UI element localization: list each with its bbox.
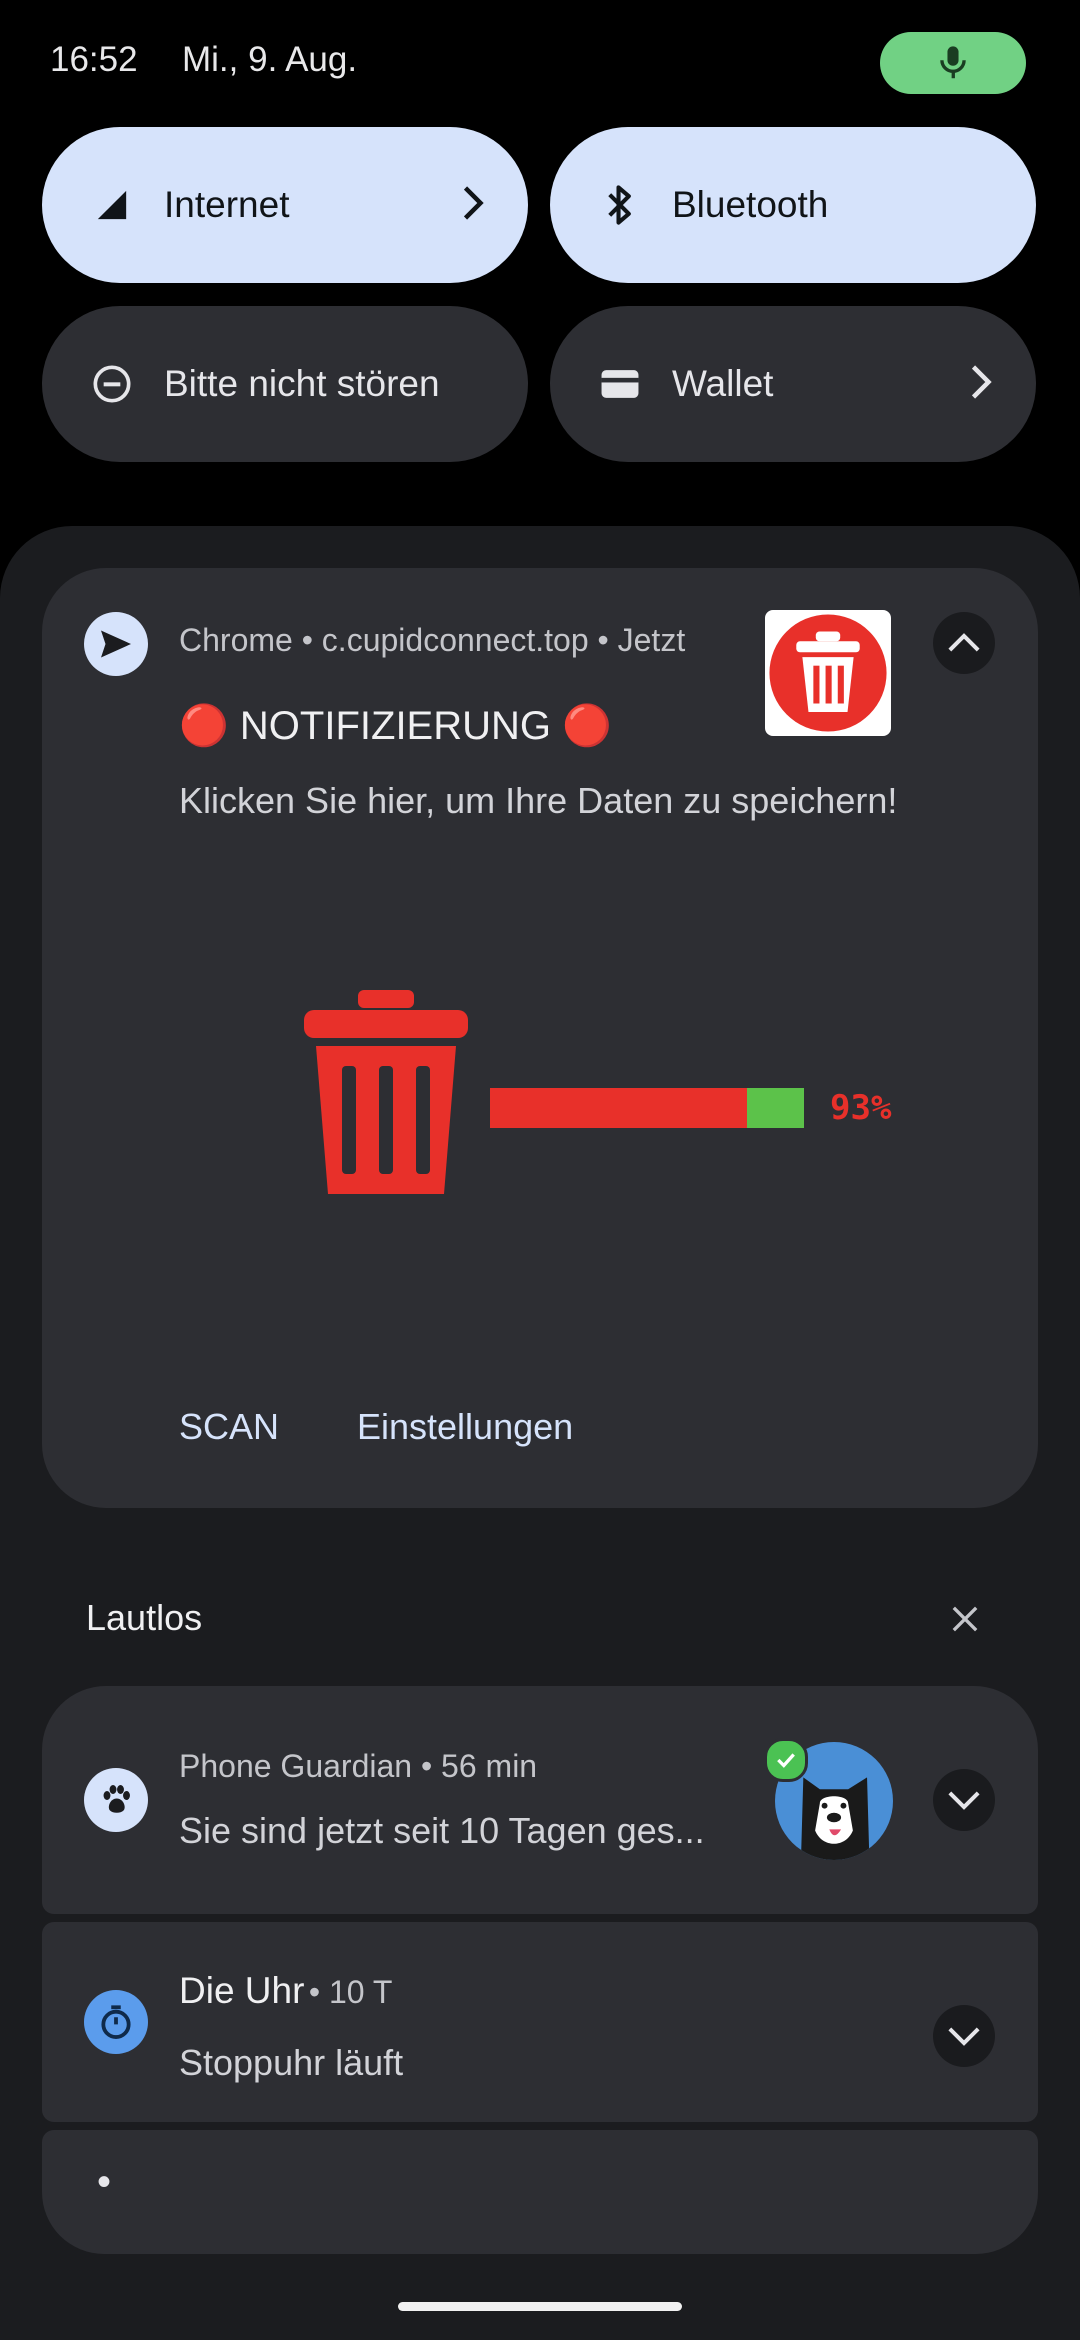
large-trash-icon xyxy=(304,990,468,1194)
chrome-notification[interactable]: Chrome • c.cupidconnect.top • Jetzt 🔴 NO… xyxy=(42,568,1038,1508)
collapse-button[interactable] xyxy=(933,612,995,674)
scan-progress-fill xyxy=(490,1088,747,1128)
do-not-disturb-icon xyxy=(92,364,132,404)
chevron-down-icon xyxy=(948,2027,980,2046)
source-domain: c.cupidconnect.top xyxy=(321,622,589,658)
phone-guardian-notification[interactable]: Phone Guardian • 56 min Sie sind jetzt s… xyxy=(42,1686,1038,1914)
chevron-right-icon xyxy=(463,186,484,220)
tile-label: Bitte nicht stören xyxy=(164,363,440,404)
trash-icon xyxy=(769,614,887,732)
chevron-down-icon xyxy=(948,1791,980,1810)
notification-header: Chrome • c.cupidconnect.top • Jetzt xyxy=(179,622,686,658)
microphone-indicator[interactable] xyxy=(880,32,1026,94)
paw-icon xyxy=(84,1768,148,1832)
app-name: Chrome xyxy=(179,622,293,658)
chevron-up-icon xyxy=(948,633,980,652)
clear-silent-button[interactable] xyxy=(945,1599,985,1639)
app-name: Die Uhr xyxy=(179,1970,305,2011)
trash-thumbnail xyxy=(765,610,891,736)
notification-text: Stoppuhr läuft xyxy=(179,2042,404,2083)
close-icon xyxy=(952,1606,978,1632)
signal-icon xyxy=(92,185,132,225)
expand-button[interactable] xyxy=(933,2005,995,2067)
tile-bluetooth[interactable]: Bluetooth xyxy=(550,127,1036,283)
bluetooth-icon xyxy=(600,185,640,225)
tile-label: Wallet xyxy=(672,363,774,404)
tile-wallet[interactable]: Wallet xyxy=(550,306,1036,462)
notification-time: 10 T xyxy=(328,1974,393,2010)
wallet-icon xyxy=(600,364,640,404)
clock-notification[interactable]: Die Uhr • 10 T Stoppuhr läuft xyxy=(42,1922,1038,2122)
scan-action-button[interactable]: SCAN xyxy=(179,1406,279,1448)
stopwatch-icon xyxy=(84,1990,148,2054)
notification-title: 🔴 NOTIFIZIERUNG 🔴 xyxy=(179,704,612,748)
collapsed-notifications[interactable]: • xyxy=(42,2130,1038,2254)
home-indicator[interactable] xyxy=(398,2302,682,2311)
settings-action-button[interactable]: Einstellungen xyxy=(357,1406,573,1448)
notification-header: Die Uhr • 10 T xyxy=(179,1970,393,2011)
tile-label: Bluetooth xyxy=(672,184,829,225)
status-date: Mi., 9. Aug. xyxy=(182,40,358,79)
progress-percent: 93% xyxy=(830,1088,892,1128)
tile-do-not-disturb[interactable]: Bitte nicht stören xyxy=(42,306,528,462)
notification-time: 56 min xyxy=(441,1748,538,1784)
tile-label: Internet xyxy=(164,184,290,225)
chevron-right-icon xyxy=(971,365,992,399)
tile-internet[interactable]: Internet xyxy=(42,127,528,283)
notification-time: Jetzt xyxy=(617,622,686,658)
send-icon xyxy=(84,612,148,676)
status-time: 16:52 xyxy=(50,40,138,79)
verified-badge-icon xyxy=(764,1738,808,1782)
overflow-dot: • xyxy=(97,2160,112,2204)
expand-button[interactable] xyxy=(933,1769,995,1831)
silent-section-header: Lautlos xyxy=(86,1597,203,1638)
scan-progress-bar xyxy=(490,1088,804,1128)
notification-text: Sie sind jetzt seit 10 Tagen ges... xyxy=(179,1810,705,1851)
notification-header: Phone Guardian • 56 min xyxy=(179,1748,538,1784)
microphone-icon xyxy=(940,46,966,79)
app-name: Phone Guardian xyxy=(179,1748,413,1784)
notification-text: Klicken Sie hier, um Ihre Daten zu speic… xyxy=(179,780,898,821)
